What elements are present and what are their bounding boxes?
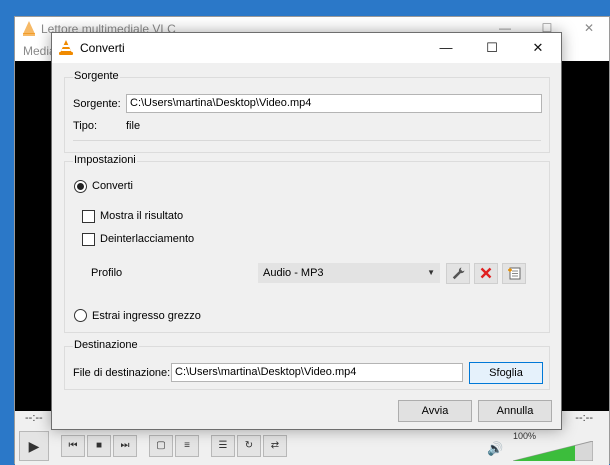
stop-button[interactable]: ■ (87, 435, 111, 457)
settings-group: Impostazioni Converti Mostra il risultat… (64, 154, 550, 333)
convert-radio-label[interactable]: Converti (92, 180, 133, 192)
deinterlace-label[interactable]: Deinterlacciamento (100, 233, 194, 245)
browse-button[interactable]: Sfoglia (469, 362, 543, 384)
previous-button[interactable]: ⏮ (61, 435, 85, 457)
type-label: Tipo: (73, 120, 98, 132)
destination-group: Destinazione File di destinazione: C:\Us… (64, 339, 550, 390)
type-value: file (126, 120, 141, 132)
show-result-checkbox[interactable] (82, 210, 95, 223)
next-button[interactable]: ⏭ (113, 435, 137, 457)
vlc-cone-icon (22, 21, 36, 39)
cancel-button[interactable]: Annulla (478, 400, 552, 422)
play-button[interactable]: ▶ (19, 431, 49, 461)
volume-percent: 100% (513, 431, 537, 441)
source-group: Sorgente Sorgente: C:\Users\martina\Desk… (64, 70, 550, 153)
start-button[interactable]: Avvia (398, 400, 472, 422)
loop-button[interactable]: ↻ (237, 435, 261, 457)
profile-label: Profilo (91, 267, 123, 279)
dialog-titlebar: Converti — ☐ ✕ (52, 33, 561, 63)
shuffle-button[interactable]: ⇄ (263, 435, 287, 457)
show-result-label[interactable]: Mostra il risultato (100, 210, 183, 222)
close-icon[interactable]: ✕ (569, 17, 609, 41)
profile-dropdown[interactable]: Audio - MP3 ▼ (258, 263, 440, 283)
deinterlace-checkbox[interactable] (82, 233, 95, 246)
maximize-icon[interactable]: ☐ (469, 33, 515, 63)
destination-file-label: File di destinazione: (73, 367, 171, 379)
source-input[interactable]: C:\Users\martina\Desktop\Video.mp4 (126, 94, 542, 113)
profile-dropdown-value: Audio - MP3 (263, 267, 324, 279)
convert-dialog: Converti — ☐ ✕ Sorgente Sorgente: C:\Use… (51, 32, 562, 430)
edit-profile-button[interactable] (446, 263, 470, 284)
settings-group-title: Impostazioni (73, 154, 137, 166)
time-elapsed: --:-- (25, 412, 43, 424)
volume-slider[interactable] (512, 440, 594, 464)
delete-x-icon (480, 267, 492, 279)
destination-group-title: Destinazione (73, 339, 139, 351)
fullscreen-button[interactable]: ▢ (149, 435, 173, 457)
minimize-icon[interactable]: — (423, 33, 469, 63)
vlc-cone-icon (59, 40, 73, 58)
delete-profile-button[interactable] (474, 263, 498, 284)
playback-controls: ▶ ⏮ ■ ⏭ ▢ ≡ ☰ ↻ ⇄ 🔊 100% (15, 427, 609, 465)
divider (73, 140, 541, 141)
destination-file-input[interactable]: C:\Users\martina\Desktop\Video.mp4 (171, 363, 463, 382)
new-profile-button[interactable] (502, 263, 526, 284)
wrench-icon (452, 267, 464, 280)
raw-input-radio[interactable] (74, 309, 87, 322)
close-icon[interactable]: ✕ (515, 33, 561, 63)
dropdown-arrow-icon: ▼ (427, 268, 435, 277)
time-total: --:-- (575, 412, 593, 424)
speaker-icon[interactable]: 🔊 (487, 441, 503, 457)
source-group-title: Sorgente (73, 70, 120, 82)
convert-radio[interactable] (74, 180, 87, 193)
extended-settings-button[interactable]: ≡ (175, 435, 199, 457)
dialog-title: Converti (80, 41, 125, 55)
source-label: Sorgente: (73, 98, 121, 110)
playlist-button[interactable]: ☰ (211, 435, 235, 457)
raw-input-label[interactable]: Estrai ingresso grezzo (92, 310, 201, 322)
new-profile-icon (507, 267, 520, 280)
